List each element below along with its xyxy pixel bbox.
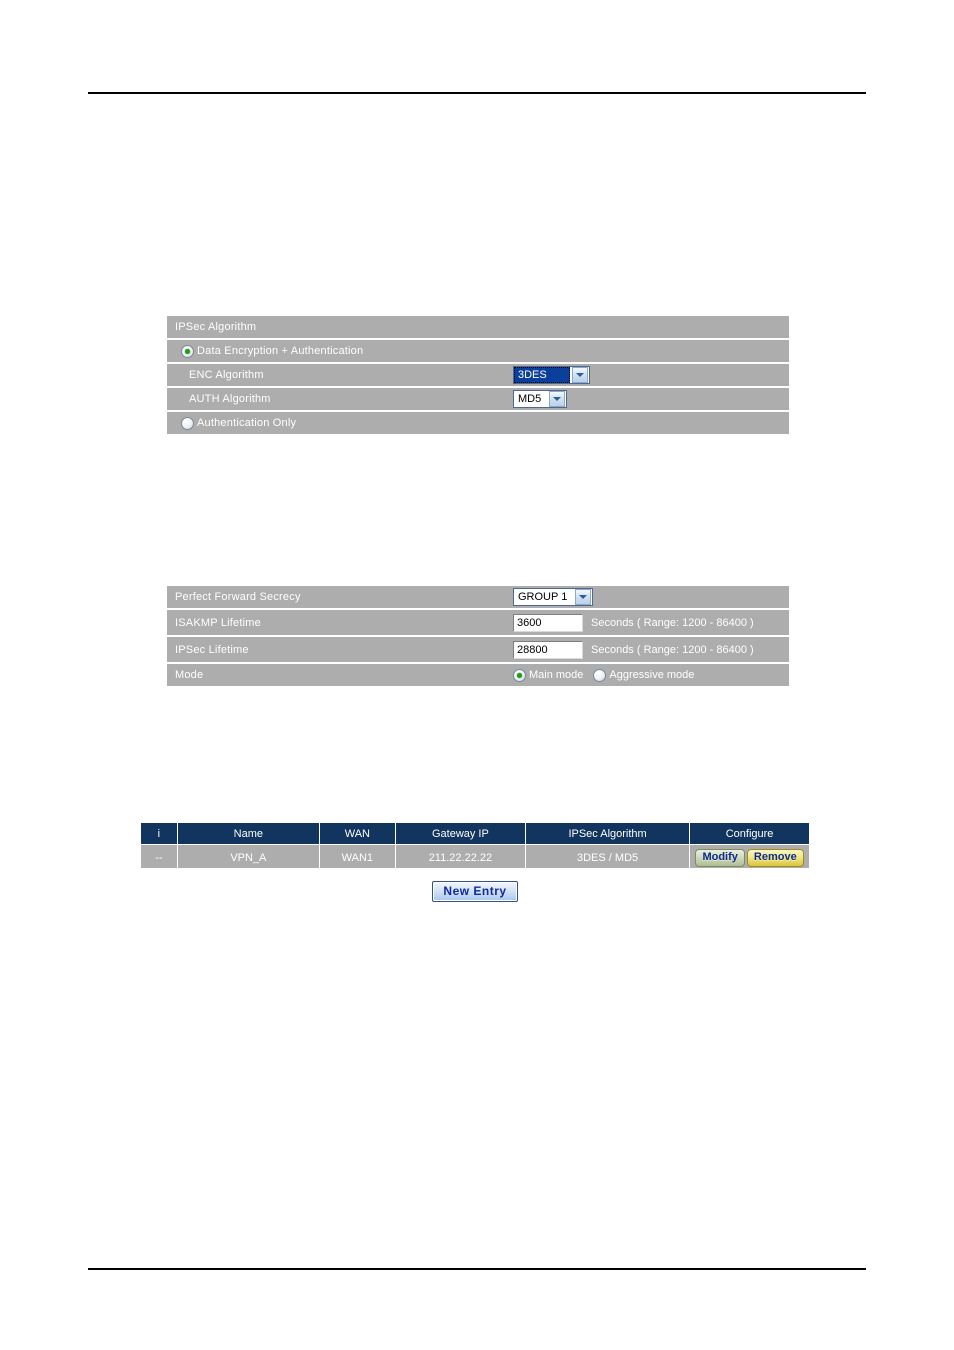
mode-aggressive-option[interactable]: Aggressive mode bbox=[593, 668, 704, 682]
radio-data-encryption-auth-icon[interactable] bbox=[181, 344, 194, 358]
ipsec-algorithm-header-row: IPSec Algorithm bbox=[167, 316, 789, 338]
perfect-forward-secrecy-select[interactable]: GROUP 1 bbox=[513, 588, 594, 606]
mode-main-label: Main mode bbox=[529, 669, 584, 681]
authentication-only-row[interactable]: Authentication Only bbox=[167, 412, 789, 434]
modify-button[interactable]: Modify bbox=[695, 848, 745, 867]
cell-ipsec-algorithm: 3DES / MD5 bbox=[524, 844, 691, 871]
data-encryption-auth-label: Data Encryption + Authentication bbox=[197, 345, 364, 357]
cell-wan: WAN1 bbox=[318, 844, 396, 871]
column-header-wan: WAN bbox=[318, 822, 396, 845]
column-header-gateway-ip: Gateway IP bbox=[394, 822, 526, 845]
cell-gateway-ip: 211.22.22.22 bbox=[394, 844, 526, 871]
perfect-forward-secrecy-row: Perfect Forward Secrecy GROUP 1 bbox=[167, 586, 789, 608]
ipsec-lifetime-row: IPSec Lifetime Seconds ( Range: 1200 - 8… bbox=[167, 637, 789, 662]
column-header-index: i bbox=[140, 822, 178, 845]
enc-algorithm-selected-value: 3DES bbox=[514, 367, 570, 383]
cell-index: -- bbox=[140, 844, 178, 871]
auth-algorithm-label: AUTH Algorithm bbox=[189, 393, 271, 405]
vpn-entry-table: i Name WAN Gateway IP IPSec Algorithm Co… bbox=[140, 822, 810, 871]
authentication-only-option[interactable]: Authentication Only bbox=[167, 416, 297, 430]
column-header-name: Name bbox=[176, 822, 320, 845]
new-entry-button[interactable]: New Entry bbox=[432, 880, 518, 902]
footer-rule bbox=[88, 1268, 866, 1270]
mode-label: Mode bbox=[175, 669, 204, 681]
ipsec-lifetime-unit: Seconds ( Range: 1200 - 86400 ) bbox=[591, 643, 754, 656]
isakmp-lifetime-label: ISAKMP Lifetime bbox=[175, 616, 261, 629]
cell-configure: Modify Remove bbox=[689, 844, 810, 871]
table-row: -- VPN_A WAN1 211.22.22.22 3DES / MD5 Mo… bbox=[140, 844, 810, 871]
chevron-down-icon[interactable] bbox=[575, 589, 592, 605]
mode-row: Mode Main mode Aggressive mode bbox=[167, 664, 789, 686]
enc-algorithm-select[interactable]: 3DES bbox=[513, 366, 590, 384]
cell-name: VPN_A bbox=[176, 844, 320, 871]
ipsec-algorithm-panel: IPSec Algorithm Data Encryption + Authen… bbox=[167, 316, 789, 434]
isakmp-lifetime-row: ISAKMP Lifetime Seconds ( Range: 1200 - … bbox=[167, 610, 789, 635]
table-header-row: i Name WAN Gateway IP IPSec Algorithm Co… bbox=[140, 822, 810, 845]
radio-main-mode-icon[interactable] bbox=[513, 668, 526, 682]
auth-algorithm-row: AUTH Algorithm MD5 bbox=[167, 388, 789, 410]
enc-algorithm-row: ENC Algorithm 3DES bbox=[167, 364, 789, 386]
column-header-ipsec-algorithm: IPSec Algorithm bbox=[524, 822, 691, 845]
ipsec-algorithm-header-label: IPSec Algorithm bbox=[175, 321, 257, 333]
authentication-only-label: Authentication Only bbox=[197, 417, 297, 429]
ike-settings-panel: Perfect Forward Secrecy GROUP 1 ISAKMP L… bbox=[167, 586, 789, 686]
isakmp-lifetime-input[interactable] bbox=[513, 613, 583, 632]
mode-main-option[interactable]: Main mode bbox=[513, 668, 593, 682]
perfect-forward-secrecy-selected-value: GROUP 1 bbox=[518, 591, 568, 603]
perfect-forward-secrecy-label: Perfect Forward Secrecy bbox=[175, 591, 301, 603]
ipsec-lifetime-label: IPSec Lifetime bbox=[175, 643, 249, 656]
mode-aggressive-label: Aggressive mode bbox=[609, 669, 695, 681]
column-header-configure: Configure bbox=[689, 822, 810, 845]
header-rule bbox=[88, 92, 866, 94]
data-encryption-auth-row[interactable]: Data Encryption + Authentication bbox=[167, 340, 789, 362]
chevron-down-icon[interactable] bbox=[572, 367, 588, 383]
auth-algorithm-select[interactable]: MD5 bbox=[513, 390, 568, 408]
ipsec-lifetime-input[interactable] bbox=[513, 640, 583, 659]
enc-algorithm-label: ENC Algorithm bbox=[189, 369, 264, 381]
auth-algorithm-selected-value: MD5 bbox=[518, 393, 542, 405]
radio-authentication-only-icon[interactable] bbox=[181, 416, 194, 430]
chevron-down-icon[interactable] bbox=[549, 391, 566, 407]
isakmp-lifetime-unit: Seconds ( Range: 1200 - 86400 ) bbox=[591, 616, 754, 629]
new-entry-toolbar: New Entry bbox=[140, 868, 810, 914]
data-encryption-auth-option[interactable]: Data Encryption + Authentication bbox=[167, 344, 364, 358]
remove-button[interactable]: Remove bbox=[746, 848, 804, 867]
radio-aggressive-mode-icon[interactable] bbox=[593, 668, 607, 682]
